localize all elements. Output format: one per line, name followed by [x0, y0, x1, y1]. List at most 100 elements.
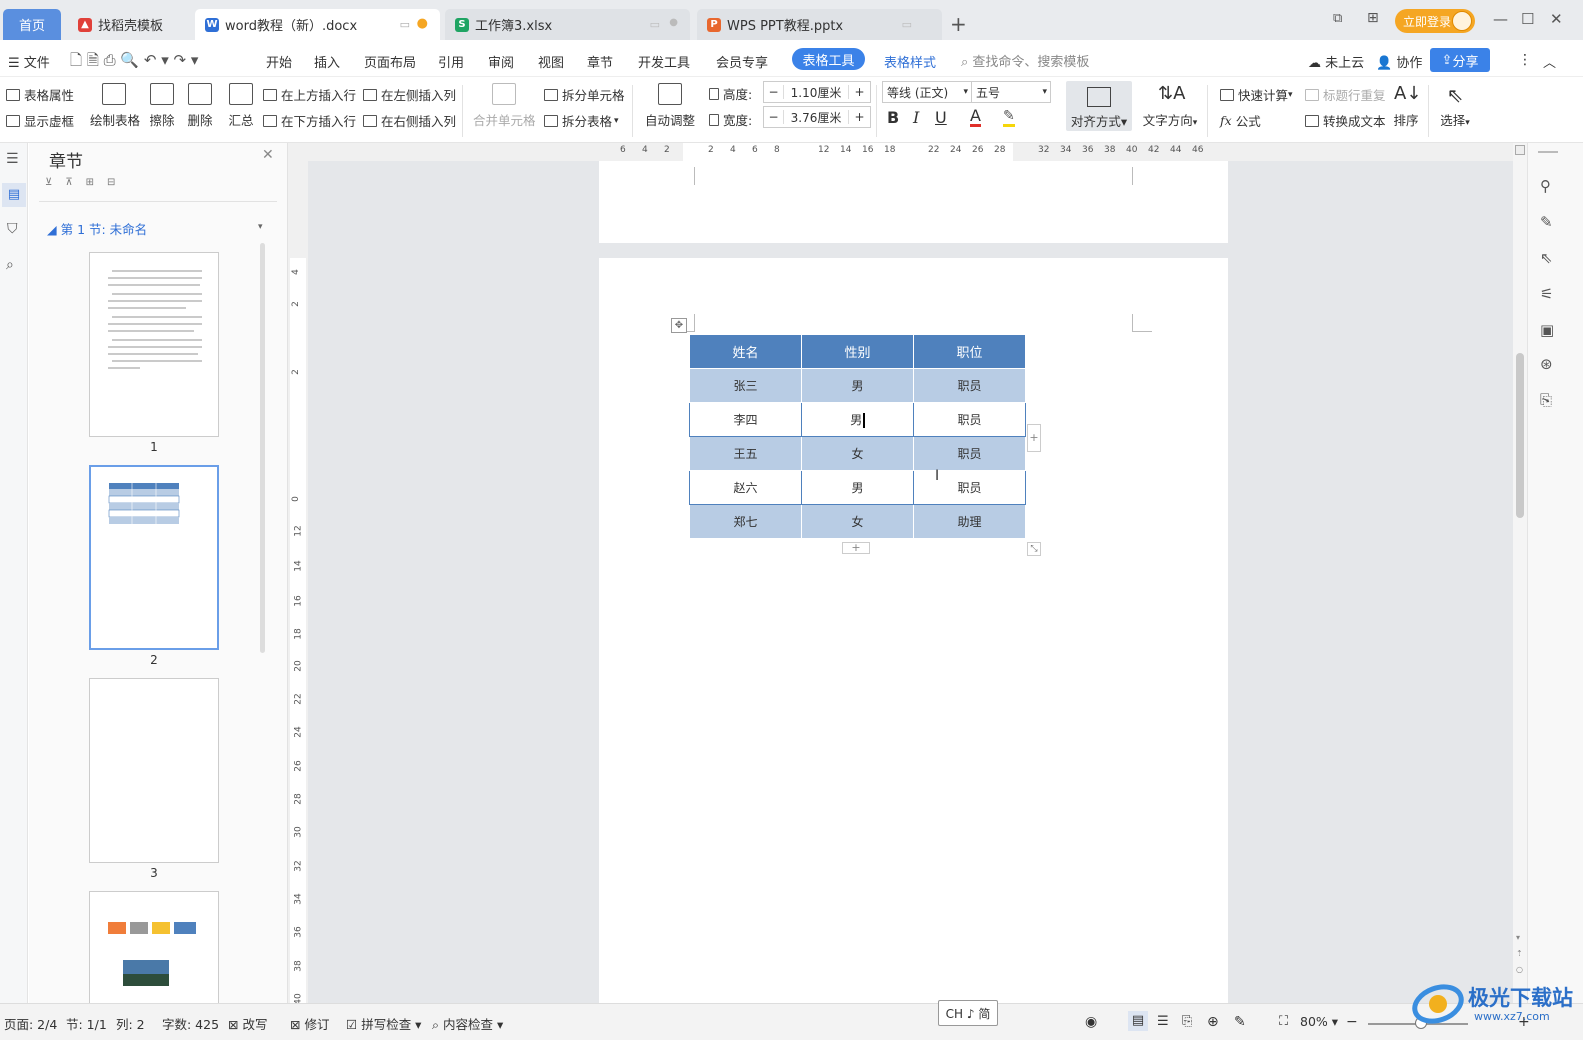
page-thumbnail-1[interactable] [89, 252, 219, 437]
convert-text-button[interactable]: 转换成文本 [1305, 111, 1386, 130]
erase-button[interactable]: 擦除 [147, 83, 177, 129]
scroll-thumb[interactable] [1516, 353, 1524, 518]
auto-adjust-button[interactable]: 自动调整 [641, 83, 699, 129]
zoom-level[interactable]: 80% ▾ [1300, 1014, 1338, 1029]
font-size-select[interactable]: 五号 ▾ [971, 81, 1051, 103]
pane-scrollbar[interactable] [260, 243, 265, 653]
vertical-ruler[interactable]: 4 2 2 0 12 14 16 18 20 22 24 26 28 30 32 34 36 38 40 [288, 161, 308, 1005]
pane-tools[interactable]: ⊻⊼⊞⊟ [45, 177, 128, 188]
summary-button[interactable]: 汇总 [227, 83, 255, 129]
highlight-icon[interactable]: ✎ [1003, 109, 1015, 127]
merge-cells-button[interactable]: 合并单元格 [473, 83, 536, 129]
scroll-down-icon[interactable]: ▾ [1516, 933, 1520, 942]
cloud-status[interactable]: ☁ 未上云 [1308, 52, 1364, 71]
tab-ppt[interactable]: P WPS PPT教程.pptx ▭ [697, 9, 942, 40]
table-cell-active[interactable]: 男 [801, 402, 914, 437]
tab-home[interactable]: 首页 [3, 9, 61, 40]
collapse-ribbon-icon[interactable]: ︿ [1543, 52, 1556, 71]
bold-button[interactable]: B [887, 108, 899, 127]
table-cell[interactable]: 王五 [689, 436, 802, 471]
outline-icon[interactable]: ☰ [6, 151, 19, 167]
select-browse-icon[interactable]: ○ [1516, 965, 1523, 974]
menu-layout[interactable]: 页面布局 [364, 52, 416, 71]
apps-grid-icon[interactable]: ⊞ [1367, 10, 1379, 26]
font-color-button[interactable]: A [970, 108, 981, 127]
vertical-scrollbar[interactable]: ▾ ⇡ ○ [1513, 143, 1527, 1003]
data-table[interactable]: 姓名 性别 职位 张三男职员 李四男职员 王五女职员 赵六男职员 郑七女助理 [689, 334, 1026, 539]
word-count[interactable]: 字数: 425 [162, 1014, 219, 1033]
image-icon[interactable]: ▣ [1540, 321, 1554, 339]
table-cell[interactable]: 职员 [913, 368, 1026, 403]
sliders-icon[interactable]: ⚟ [1540, 285, 1553, 303]
page-status[interactable]: 页面: 2/4 [4, 1014, 57, 1033]
content-check-button[interactable]: ⌕ 内容检查 ▾ [432, 1014, 503, 1033]
spell-check-button[interactable]: ☑ 拼写检查 ▾ [346, 1014, 421, 1033]
quick-access-icons[interactable]: 🗋 🗎 ⎙ 🔍 ↶ ▾ ↷ ▾ [70, 50, 198, 75]
minimize-icon[interactable]: — [1493, 10, 1508, 28]
table-cell[interactable]: 郑七 [689, 504, 802, 539]
select-button[interactable]: ⇖ 选择▾ [1436, 83, 1474, 129]
underline-button[interactable]: U [935, 108, 947, 127]
menu-review[interactable]: 审阅 [488, 52, 514, 71]
fit-page-icon[interactable]: ⛶ [1279, 1014, 1288, 1029]
rocket-icon[interactable]: ⚲ [1540, 177, 1551, 195]
split-cells-button[interactable]: 拆分单元格 [544, 85, 625, 104]
search-command[interactable]: ⌕ 查找命令、搜索模板 [961, 51, 1089, 70]
table-props-button[interactable]: 表格属性 [6, 85, 74, 104]
table-cell[interactable]: 助理 [913, 504, 1026, 539]
tab-word-doc[interactable]: W word教程（新）.docx ▭ ● [195, 9, 440, 40]
table-cell[interactable]: 女 [801, 504, 914, 539]
font-select[interactable]: 等线 (正文) ▾ [882, 81, 972, 103]
section-item[interactable]: ◢ 第 1 节: 未命名 [47, 219, 147, 238]
table-cell[interactable]: 男 [801, 368, 914, 403]
pointer-icon[interactable]: ⇖ [1540, 249, 1553, 267]
add-row-button[interactable]: + [842, 542, 870, 554]
table-cell[interactable]: 男 [801, 470, 914, 505]
split-table-button[interactable]: 拆分表格 ▾ [544, 111, 619, 130]
menu-table-tools[interactable]: 表格工具 [792, 48, 865, 70]
file-menu[interactable]: ☰ 文件 [8, 52, 50, 71]
bookmark-icon[interactable]: ⛉ [7, 221, 18, 237]
resize-table-icon[interactable]: ⤡ [1027, 542, 1041, 556]
width-value[interactable]: 3.76厘米 [784, 109, 848, 126]
table-cell[interactable]: 职员 [913, 470, 1026, 505]
layout-icon[interactable]: ⧉ [1333, 11, 1342, 26]
chapter-icon[interactable]: ▤ [2, 183, 26, 207]
login-button[interactable]: 立即登录 [1395, 9, 1475, 33]
page-view-icon[interactable]: ▤ [1128, 1011, 1148, 1031]
insert-right-button[interactable]: 在右侧插入列 [363, 111, 456, 130]
book-search-icon[interactable]: ⎘ [1540, 391, 1552, 409]
page-2[interactable]: ✥ 姓名 性别 职位 张三男职员 李四男职员 王五女职员 赵六男职员 郑七女助理… [599, 258, 1228, 1003]
sort-button[interactable]: A↓ 排序 [1390, 83, 1422, 129]
insert-above-button[interactable]: 在上方插入行 [263, 85, 356, 104]
menu-reference[interactable]: 引用 [438, 52, 464, 71]
close-icon[interactable]: ✕ [1550, 10, 1563, 28]
pen-icon[interactable]: ✎ [1540, 213, 1553, 231]
page-thumbnail-4[interactable] [89, 891, 219, 1003]
menu-view[interactable]: 视图 [538, 52, 564, 71]
chevron-down-icon[interactable]: ▾ [258, 222, 263, 232]
maximize-icon[interactable]: ☐ [1521, 10, 1534, 28]
search-icon[interactable]: ⌕ [6, 257, 14, 273]
read-view-icon[interactable]: ⎘ [1182, 1014, 1192, 1029]
window-icon[interactable]: ▭ [650, 18, 660, 31]
table-cell[interactable]: 李四 [689, 402, 802, 437]
outline-view-icon[interactable]: ☰ [1157, 1014, 1169, 1029]
table-cell[interactable]: 张三 [689, 368, 802, 403]
rewrite-toggle[interactable]: ⊠ 改写 [228, 1014, 267, 1033]
title-repeat-button[interactable]: 标题行重复 [1305, 85, 1386, 104]
more-icon[interactable]: ⋮ [1518, 52, 1532, 68]
menu-table-style[interactable]: 表格样式 [884, 52, 936, 71]
table-move-handle-icon[interactable]: ✥ [671, 318, 687, 333]
menu-start[interactable]: 开始 [266, 52, 292, 71]
show-grid-button[interactable]: 显示虚框 [6, 111, 74, 130]
delete-button[interactable]: 删除 [183, 83, 217, 129]
horizontal-ruler[interactable]: 6 4 2 2 4 6 8 12 14 16 18 22 24 26 28 32 34 36 38 40 42 44 46 [288, 143, 1513, 161]
menu-devtools[interactable]: 开发工具 [638, 52, 690, 71]
increment-button[interactable]: + [848, 110, 870, 124]
menu-insert[interactable]: 插入 [314, 52, 340, 71]
close-pane-icon[interactable]: ✕ [262, 147, 274, 163]
table-cell[interactable]: 职员 [913, 402, 1026, 437]
add-column-button[interactable]: + [1027, 424, 1041, 452]
document-area[interactable]: ✥ 姓名 性别 职位 张三男职员 李四男职员 王五女职员 赵六男职员 郑七女助理… [308, 161, 1513, 1003]
